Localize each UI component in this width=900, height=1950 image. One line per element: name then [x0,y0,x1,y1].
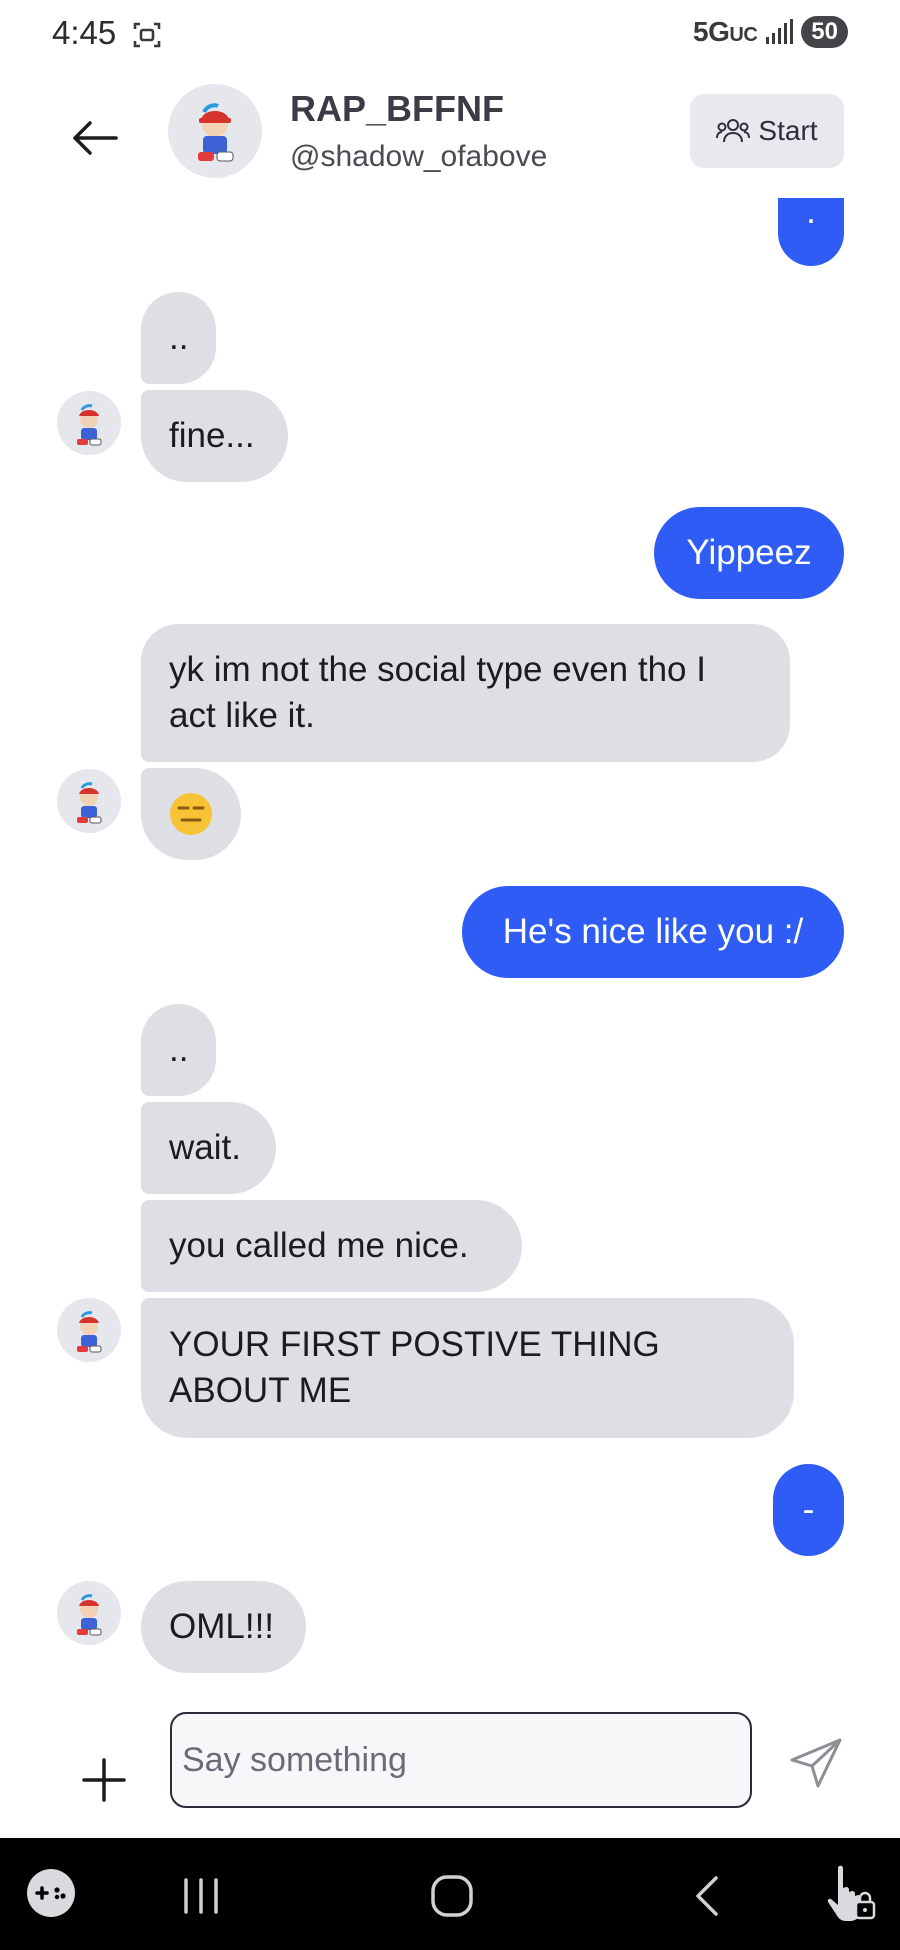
avatar-image [77,1311,102,1353]
screen-record-icon [133,22,161,48]
start-label: Start [758,115,818,146]
message-bubble-incoming[interactable]: wait. [141,1102,276,1194]
contact-handle: @shadow_ofabove [290,140,548,173]
status-bar: 4:45 5GUC 50 [0,0,900,75]
expressionless-face-icon [170,793,212,835]
sender-avatar[interactable] [57,1298,121,1362]
message-composer [0,1700,900,1830]
gamepad-icon[interactable] [26,1868,76,1918]
message-bubble-outgoing[interactable]: - [773,1464,844,1556]
signal-icon [766,19,794,44]
message-bubble-incoming[interactable]: you called me nice. [141,1200,522,1292]
message-bubble-incoming[interactable]: YOUR FIRST POSTIVE THING ABOUT ME [141,1298,794,1438]
touch-lock-icon[interactable] [826,1862,878,1926]
plus-icon[interactable] [80,1756,128,1804]
message-bubble-incoming[interactable] [141,768,241,860]
status-time: 4:45 [52,14,117,51]
users-icon [716,119,751,143]
message-bubble-incoming[interactable]: fine... [141,390,288,482]
contact-name: RAP_BFFNF [290,88,504,129]
message-bubble-incoming[interactable]: OML!!! [141,1581,306,1673]
message-bubble-outgoing[interactable]: He's nice like you :/ [462,886,844,978]
avatar-image [77,1594,102,1636]
battery-indicator: 50 [801,16,848,48]
start-button[interactable]: Start [690,94,844,168]
avatar-image [77,782,102,824]
message-bubble-outgoing[interactable]: . [778,198,844,266]
home-icon[interactable] [430,1874,474,1918]
message-bubble-incoming[interactable]: yk im not the social type even tho I act… [141,624,790,762]
back-icon[interactable] [690,1874,722,1918]
sender-avatar[interactable] [57,391,121,455]
send-icon[interactable] [788,1736,844,1792]
message-input[interactable] [170,1712,752,1808]
status-indicators: 5GUC 50 [693,16,848,48]
message-bubble-incoming[interactable]: .. [141,292,216,384]
sender-avatar[interactable] [57,769,121,833]
avatar-image [198,103,234,162]
arrow-left-icon[interactable] [66,108,126,168]
avatar[interactable] [168,84,262,178]
avatar-image [77,404,102,446]
system-nav-bar [0,1838,900,1950]
message-bubble-outgoing[interactable]: Yippeez [654,507,844,599]
sender-avatar[interactable] [57,1581,121,1645]
chat-header: RAP_BFFNF @shadow_ofabove Start [0,78,900,198]
message-bubble-incoming[interactable]: .. [141,1004,216,1096]
recent-apps-icon[interactable] [180,1876,222,1916]
network-type: 5GUC [693,16,758,47]
message-list[interactable]: . .. fine... Yippeez yk im not the socia… [0,198,900,1678]
